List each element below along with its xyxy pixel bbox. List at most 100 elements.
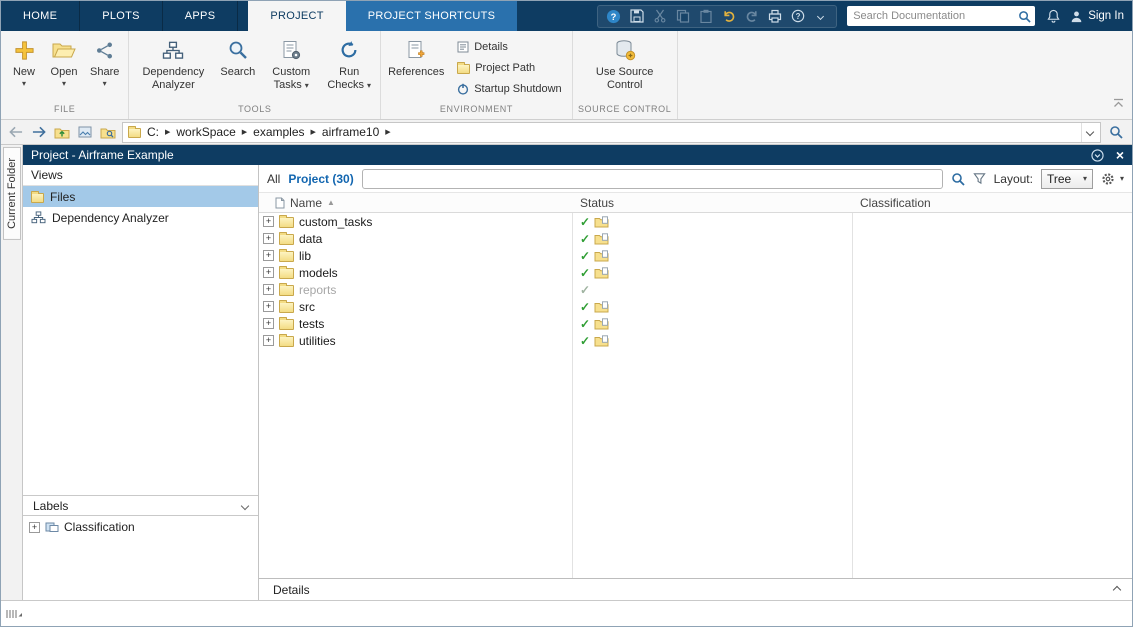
dependency-analyzer-button[interactable]: Dependency Analyzer (133, 33, 213, 93)
details-button[interactable]: Details (453, 37, 565, 56)
expand-icon[interactable]: + (263, 284, 274, 295)
doc-search-input[interactable] (847, 10, 1019, 22)
column-header-classification[interactable]: Classification (852, 196, 1132, 210)
paste-icon[interactable] (698, 9, 713, 24)
customize-toolbar-dropdown-icon[interactable] (813, 9, 828, 24)
print-icon[interactable] (767, 9, 782, 24)
share-label: Share (90, 66, 120, 78)
use-source-control-button[interactable]: Use Source Control (577, 33, 673, 93)
breadcrumb-segment-workspace[interactable]: workSpace (174, 125, 237, 139)
close-panel-icon[interactable]: × (1116, 148, 1124, 162)
column-header-name[interactable]: Name ▲ (259, 196, 572, 210)
filter-project[interactable]: Project (30) (288, 172, 353, 186)
file-rows: + custom_tasks ✓ + data ✓ + lib ✓ + mode… (259, 213, 1132, 349)
folder-icon (279, 317, 294, 330)
breadcrumb-segment-airframe10[interactable]: airframe10 (320, 125, 381, 139)
project-path-button[interactable]: Project Path (453, 58, 565, 77)
forward-icon[interactable] (30, 123, 48, 141)
back-icon[interactable] (7, 123, 25, 141)
table-row[interactable]: + utilities ✓ (259, 332, 1132, 349)
search-folder-icon[interactable] (1106, 125, 1126, 139)
table-row[interactable]: + custom_tasks ✓ (259, 213, 1132, 230)
view-options-button[interactable]: ▾ (1101, 172, 1124, 186)
labels-header[interactable]: Labels (23, 495, 258, 516)
new-button[interactable]: New ▾ (5, 33, 43, 89)
panel-menu-icon[interactable] (1091, 148, 1104, 162)
expand-icon[interactable]: + (29, 521, 40, 533)
breadcrumb[interactable]: C: ▶ workSpace ▶ examples ▶ airframe10 ▶ (122, 121, 1101, 143)
breadcrumb-arrow-icon[interactable]: ▶ (311, 129, 316, 136)
column-header-status[interactable]: Status (572, 196, 852, 210)
check-icon: ✓ (580, 333, 591, 348)
filter-funnel-icon[interactable] (972, 172, 986, 185)
table-row[interactable]: + src ✓ (259, 298, 1132, 315)
current-folder-toolbar: C: ▶ workSpace ▶ examples ▶ airframe10 ▶ (1, 120, 1132, 145)
tab-apps[interactable]: APPS (163, 1, 239, 31)
layout-select[interactable]: Tree ▾ (1040, 168, 1093, 189)
save-icon[interactable] (629, 9, 644, 24)
current-folder-tab[interactable]: Current Folder (2, 147, 21, 240)
show-in-explorer-icon[interactable] (76, 123, 94, 141)
table-row[interactable]: + tests ✓ (259, 315, 1132, 332)
search-label: Search (220, 66, 256, 78)
custom-tasks-button[interactable]: Custom Tasks ▾ (262, 33, 320, 93)
expand-icon[interactable]: + (263, 301, 274, 312)
help-icon[interactable]: ? (606, 9, 621, 24)
dropdown-arrow-icon: ▾ (102, 79, 107, 89)
search-icon[interactable] (951, 172, 965, 186)
svg-text:?: ? (795, 12, 800, 21)
search-button[interactable]: Search (215, 33, 260, 80)
up-one-level-icon[interactable] (53, 123, 71, 141)
sidebar-item-classification[interactable]: + Classification (23, 516, 258, 538)
run-checks-label: Run Checks (327, 66, 365, 92)
breadcrumb-arrow-icon[interactable]: ▶ (385, 129, 390, 136)
sidebar-item-dependency-analyzer[interactable]: Dependency Analyzer (23, 207, 258, 228)
browse-for-folder-icon[interactable] (99, 123, 117, 141)
dependency-analyzer-label: Dependency Analyzer (52, 210, 169, 225)
file-name: tests (299, 316, 325, 331)
share-button[interactable]: Share ▾ (85, 33, 124, 89)
breadcrumb-arrow-icon[interactable]: ▶ (165, 129, 170, 136)
references-button[interactable]: References (385, 33, 447, 80)
details-bar[interactable]: Details (259, 578, 1132, 600)
file-filter-input[interactable] (361, 168, 943, 189)
table-row[interactable]: + models ✓ (259, 264, 1132, 281)
file-name: models (299, 265, 338, 280)
statusbar-grip-icon[interactable] (5, 608, 23, 620)
breadcrumb-segment-drive[interactable]: C: (145, 125, 161, 139)
ribbon-project-tab: New ▾ Open ▾ Share ▾ FILE Dependency Ana… (1, 31, 1132, 120)
support-help-icon[interactable]: ? (790, 9, 805, 24)
filter-all[interactable]: All (267, 172, 280, 186)
minimize-ribbon-button[interactable] (1113, 95, 1124, 113)
expand-icon[interactable]: + (263, 216, 274, 227)
tab-plots[interactable]: PLOTS (80, 1, 163, 31)
expand-icon[interactable]: + (263, 335, 274, 346)
table-row[interactable]: + reports ✓ (259, 281, 1132, 298)
cut-icon[interactable] (652, 9, 667, 24)
statusbar (1, 600, 1132, 626)
notifications-bell-icon[interactable] (1047, 9, 1060, 23)
tab-home[interactable]: HOME (1, 1, 81, 31)
breadcrumb-segment-examples[interactable]: examples (251, 125, 306, 139)
expand-icon[interactable]: + (263, 267, 274, 278)
redo-icon[interactable] (744, 9, 759, 24)
table-row[interactable]: + lib ✓ (259, 247, 1132, 264)
name-header-label: Name (290, 195, 323, 210)
tab-project[interactable]: PROJECT (248, 1, 346, 31)
tab-project-shortcuts[interactable]: PROJECT SHORTCUTS (345, 1, 518, 31)
run-checks-button[interactable]: Run Checks ▾ (322, 33, 376, 93)
search-icon[interactable] (1018, 10, 1031, 23)
breadcrumb-arrow-icon[interactable]: ▶ (242, 129, 247, 136)
open-button[interactable]: Open ▾ (45, 33, 83, 89)
table-row[interactable]: + data ✓ (259, 230, 1132, 247)
undo-icon[interactable] (721, 9, 736, 24)
expand-icon[interactable]: + (263, 233, 274, 244)
expand-icon[interactable]: + (263, 318, 274, 329)
sign-in-button[interactable]: Sign In (1070, 10, 1124, 23)
startup-shutdown-button[interactable]: Startup Shutdown (453, 79, 565, 98)
check-icon: ✓ (580, 282, 591, 297)
expand-icon[interactable]: + (263, 250, 274, 261)
breadcrumb-dropdown-icon[interactable] (1081, 122, 1098, 142)
copy-icon[interactable] (675, 9, 690, 24)
sidebar-item-files[interactable]: Files (23, 186, 258, 207)
